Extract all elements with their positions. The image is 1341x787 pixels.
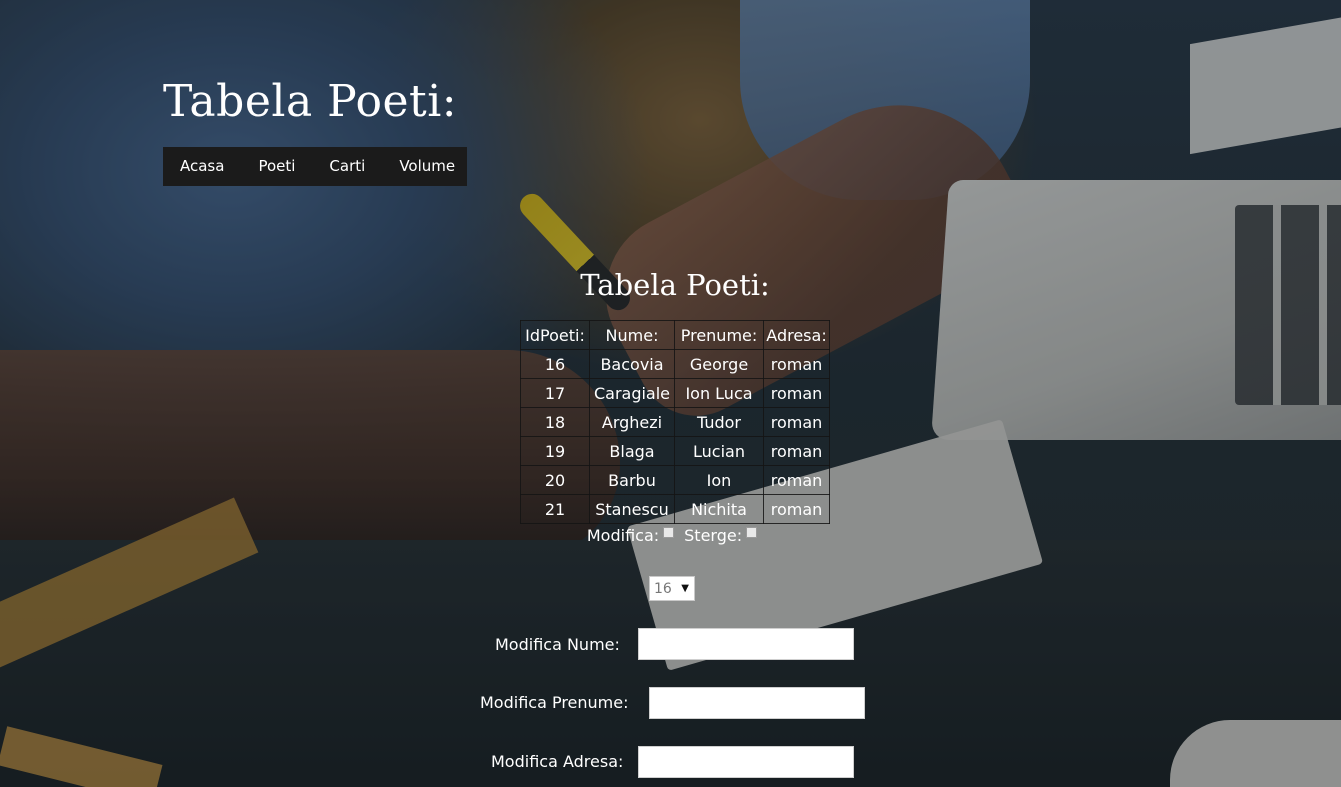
table-row: 17 Caragiale Ion Luca roman (520, 378, 830, 408)
adresa-label: Modifica Adresa: (491, 752, 624, 771)
cell-nume: Blaga (589, 436, 675, 466)
cell-id: 20 (520, 465, 590, 495)
prenume-input[interactable] (649, 687, 865, 719)
sterge-checkbox[interactable] (746, 527, 758, 538)
cell-nume: Stanescu (589, 494, 675, 524)
column-header: Nume: (589, 320, 675, 350)
chevron-down-icon: ▼ (681, 583, 689, 594)
cell-adresa: roman (763, 349, 830, 379)
cell-prenume: Nichita (674, 494, 764, 524)
table-row: 19 Blaga Lucian roman (520, 436, 830, 466)
section-title: Tabela Poeti: (580, 268, 770, 302)
modifica-checkbox[interactable] (663, 527, 675, 538)
nav-acasa[interactable]: Acasa (163, 147, 241, 186)
page-title: Tabela Poeti: (163, 76, 458, 127)
cell-prenume: Ion Luca (674, 378, 764, 408)
poets-table: IdPoeti: Nume: Prenume: Adresa: 16 Bacov… (520, 320, 830, 524)
column-header: Prenume: (674, 320, 764, 350)
cell-prenume: George (674, 349, 764, 379)
table-header-row: IdPoeti: Nume: Prenume: Adresa: (520, 320, 830, 350)
prenume-label: Modifica Prenume: (480, 693, 629, 712)
cell-nume: Bacovia (589, 349, 675, 379)
nav-carti[interactable]: Carti (312, 147, 382, 186)
modifica-label: Modifica: (586, 526, 660, 545)
cell-id: 16 (520, 349, 590, 379)
main-nav: Acasa Poeti Carti Volume (163, 147, 467, 186)
cell-id: 19 (520, 436, 590, 466)
cell-prenume: Tudor (674, 407, 764, 437)
cell-adresa: roman (763, 465, 830, 495)
id-select[interactable]: 16 ▼ (649, 576, 695, 601)
cell-id: 17 (520, 378, 590, 408)
column-header: Adresa: (763, 320, 830, 350)
action-options: Modifica: Sterge: (520, 526, 830, 545)
cell-prenume: Ion (674, 465, 764, 495)
column-header: IdPoeti: (520, 320, 590, 350)
cell-nume: Arghezi (589, 407, 675, 437)
cell-id: 21 (520, 494, 590, 524)
cell-adresa: roman (763, 436, 830, 466)
cell-adresa: roman (763, 407, 830, 437)
cell-id: 18 (520, 407, 590, 437)
nume-input[interactable] (638, 628, 854, 660)
cell-prenume: Lucian (674, 436, 764, 466)
id-select-value: 16 (654, 580, 672, 597)
cell-nume: Barbu (589, 465, 675, 495)
cell-adresa: roman (763, 494, 830, 524)
table-row: 16 Bacovia George roman (520, 349, 830, 379)
table-row: 21 Stanescu Nichita roman (520, 494, 830, 524)
nav-poeti[interactable]: Poeti (241, 147, 312, 186)
nume-label: Modifica Nume: (495, 635, 620, 654)
cell-nume: Caragiale (589, 378, 675, 408)
table-row: 20 Barbu Ion roman (520, 465, 830, 495)
table-row: 18 Arghezi Tudor roman (520, 407, 830, 437)
adresa-input[interactable] (638, 746, 854, 778)
nav-volume[interactable]: Volume (382, 147, 472, 186)
cell-adresa: roman (763, 378, 830, 408)
sterge-label: Sterge: (684, 526, 743, 545)
